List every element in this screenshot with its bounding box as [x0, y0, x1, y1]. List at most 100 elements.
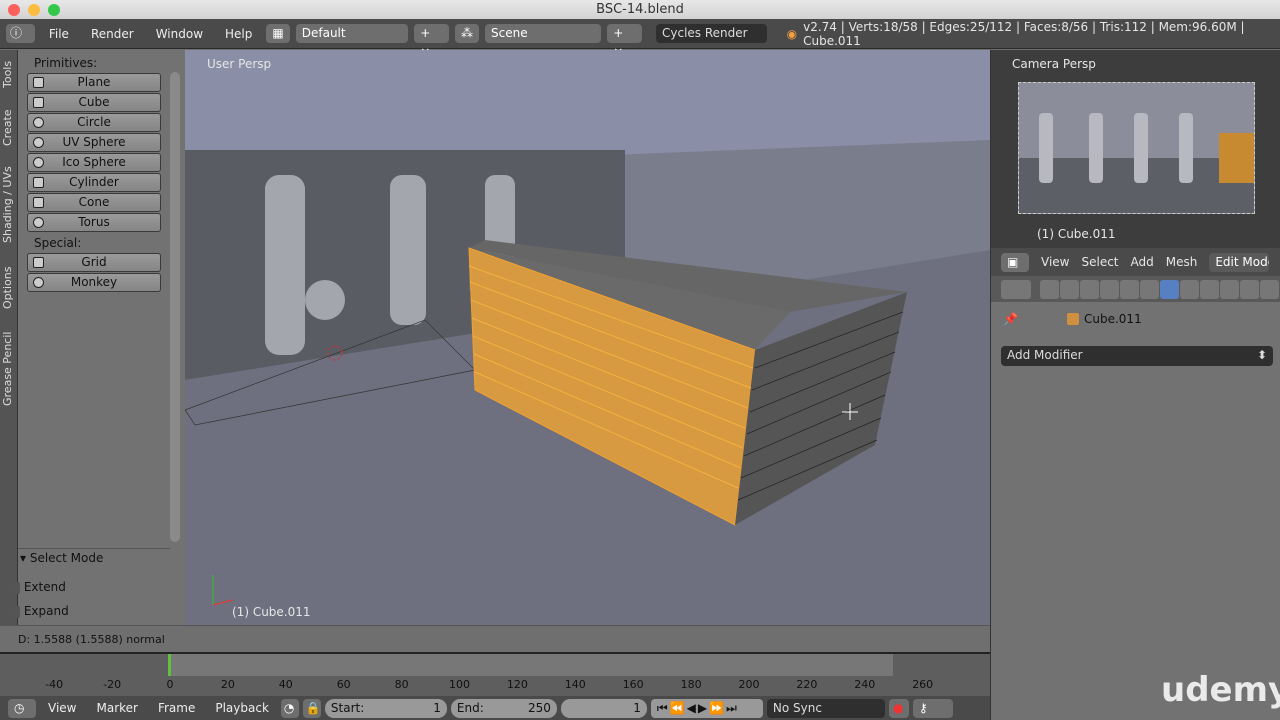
data-tab-icon[interactable] [1180, 279, 1199, 299]
add-cube-button[interactable]: Cube [27, 93, 161, 112]
current-frame-marker[interactable] [168, 654, 171, 676]
camera-view-name: Camera Persp [1012, 57, 1096, 71]
tab-options[interactable]: Options [1, 262, 17, 314]
frame-tick-label: 240 [854, 678, 876, 691]
divider [18, 548, 170, 549]
cube-icon [33, 97, 44, 108]
menu-playback[interactable]: Playback [207, 701, 277, 715]
add-torus-button[interactable]: Torus [27, 213, 161, 232]
end-frame-field[interactable]: End: 250 [450, 698, 557, 718]
menu-marker[interactable]: Marker [88, 701, 145, 715]
pre-range-shade [0, 654, 168, 676]
add-plane-button[interactable]: Plane [27, 73, 161, 92]
add-cylinder-button[interactable]: Cylinder [27, 173, 161, 192]
tool-shelf: Primitives: Plane Cube Circle UV Sphere … [8, 50, 185, 625]
monkey-icon [33, 277, 44, 288]
constraints-tab-icon[interactable] [1140, 279, 1159, 299]
menu-frame[interactable]: Frame [150, 701, 203, 715]
scene-render [185, 50, 990, 625]
tool-shelf-scrollbar[interactable] [170, 72, 180, 542]
cone-icon [33, 197, 44, 208]
sync-mode-select[interactable]: No Sync [766, 698, 885, 718]
tab-shading-uvs[interactable]: Shading / UVs [1, 160, 17, 250]
menu-add[interactable]: Add [1131, 255, 1154, 269]
menu-view[interactable]: View [40, 701, 84, 715]
world-tab-icon[interactable] [1100, 279, 1119, 299]
zoom-window-button[interactable] [48, 4, 60, 16]
menu-select[interactable]: Select [1081, 255, 1118, 269]
add-ico-sphere-button[interactable]: Ico Sphere [27, 153, 161, 172]
texture-tab-icon[interactable] [1220, 279, 1239, 299]
add-grid-button[interactable]: Grid [27, 253, 161, 272]
add-uv-sphere-button[interactable]: UV Sphere [27, 133, 161, 152]
preview-range-toggle[interactable]: ◔ [280, 698, 299, 718]
frame-ruler[interactable]: -40 -20 0 20 40 60 80 100 120 140 160 180 200 220 240 2… [0, 676, 990, 696]
3d-viewport[interactable]: User Persp (1) Cube.011 [185, 50, 990, 625]
frame-tick-label: 120 [506, 678, 528, 691]
scene-icon[interactable]: ⁂ [454, 24, 479, 43]
playback-controls[interactable]: ⏮⏪◀▶⏩⏭ [650, 698, 763, 718]
timeline-header: ◷ View Marker Frame Playback ◔ 🔒 Start: 1… [0, 696, 990, 720]
add-cone-button[interactable]: Cone [27, 193, 161, 212]
checkbox-box[interactable] [8, 581, 20, 594]
tabs-toggle-icon[interactable] [1001, 279, 1031, 299]
frame-tick-label: 0 [166, 678, 174, 691]
object-tab-icon[interactable] [1120, 279, 1139, 299]
primitives-label: Primitives: [34, 56, 98, 70]
timeline-editor-icon[interactable]: ◷ [8, 698, 36, 718]
start-frame-field[interactable]: Start: 1 [324, 698, 447, 718]
add-circle-button[interactable]: Circle [27, 113, 161, 132]
menu-window[interactable]: Window [148, 27, 211, 41]
mode-select[interactable]: Edit Mode [1209, 252, 1270, 272]
scene-select[interactable]: Scene [484, 24, 602, 43]
lock-icon[interactable]: 🔒 [302, 698, 321, 718]
special-label: Special: [34, 236, 82, 250]
frame-tick-label: 80 [394, 678, 409, 691]
render-layers-tab-icon[interactable] [1060, 279, 1079, 299]
tab-grease-pencil[interactable]: Grease Pencil [1, 326, 17, 412]
render-tab-icon[interactable] [1040, 279, 1059, 299]
add-modifier-dropdown[interactable]: Add Modifier ⬍ [1001, 346, 1273, 366]
layout-add-remove[interactable]: + × [414, 24, 449, 59]
menu-file[interactable]: File [41, 27, 77, 41]
menu-render[interactable]: Render [83, 27, 142, 41]
keying-set-icon[interactable]: ⚷ [912, 698, 953, 718]
camera-viewport[interactable]: Camera Persp (1) Cube.011 [991, 50, 1280, 248]
camera-object-label: (1) Cube.011 [1037, 227, 1116, 241]
modifiers-tab-icon[interactable] [1160, 279, 1179, 299]
close-window-button[interactable] [8, 4, 20, 16]
select-mode-panel-header[interactable]: ▾ Select Mode [20, 551, 103, 565]
extend-checkbox[interactable]: Extend [8, 580, 66, 594]
view-name-label: User Persp [207, 57, 272, 71]
pin-icon[interactable]: 📌 [1003, 312, 1018, 326]
layout-icon[interactable]: ▦ [266, 24, 290, 43]
material-tab-icon[interactable] [1200, 279, 1219, 299]
frame-tick-label: 160 [622, 678, 644, 691]
tab-tools[interactable]: Tools [1, 56, 17, 92]
menu-help[interactable]: Help [217, 27, 260, 41]
current-frame-field[interactable]: 1 [560, 698, 647, 718]
info-header: ⓘ File Render Window Help ▦ Default + × … [0, 19, 1280, 59]
menu-view[interactable]: View [1041, 255, 1069, 269]
right-area: Camera Persp (1) Cube.011 ▣ View Select … [990, 50, 1280, 720]
menu-mesh[interactable]: Mesh [1166, 255, 1198, 269]
editor-type-icon[interactable]: ▣ [1001, 252, 1029, 272]
layout-select[interactable]: Default [295, 24, 409, 43]
timeline-area[interactable] [0, 652, 990, 676]
particles-tab-icon[interactable] [1240, 279, 1259, 299]
frame-tick-label: 60 [336, 678, 351, 691]
checkbox-box[interactable] [8, 605, 20, 618]
scene-tab-icon[interactable] [1080, 279, 1099, 299]
tab-create[interactable]: Create [1, 106, 17, 150]
add-monkey-button[interactable]: Monkey [27, 273, 161, 292]
record-button[interactable]: ● [888, 698, 909, 718]
render-engine-select[interactable]: Cycles Render [656, 24, 767, 43]
scene-add-remove[interactable]: + × [607, 24, 643, 59]
info-editor-icon[interactable]: ⓘ [6, 24, 35, 43]
frame-tick-label: -40 [45, 678, 64, 691]
frame-tick-label: -20 [103, 678, 122, 691]
expand-checkbox[interactable]: Expand [8, 604, 69, 618]
minimize-window-button[interactable] [28, 4, 40, 16]
physics-tab-icon[interactable] [1260, 279, 1279, 299]
ico-sphere-icon [33, 157, 44, 168]
